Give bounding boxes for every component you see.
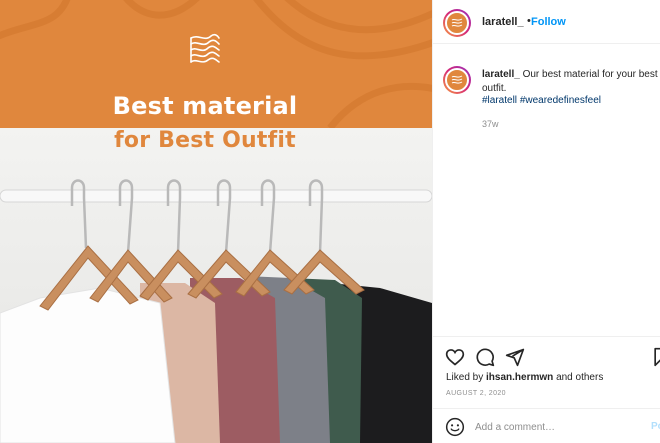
bookmark-icon[interactable] (651, 347, 660, 367)
post-header: laratell_ • Follow (433, 0, 660, 44)
share-icon[interactable] (505, 347, 525, 367)
heart-icon[interactable] (445, 347, 465, 367)
action-bar: Liked by ihsan.hermwn and others AUGUST … (433, 336, 660, 408)
liked-by-prefix: Liked by (446, 372, 484, 383)
likes-summary: Liked by ihsan.hermwn and others (446, 372, 603, 383)
liked-by-user[interactable]: ihsan.hermwn (486, 372, 553, 383)
clothes-rack-photo (0, 128, 432, 443)
header-username[interactable]: laratell_ (482, 16, 524, 28)
hashtags: #laratell #wearedefinesfeel (482, 95, 601, 106)
headline-line-1: Best material (112, 92, 298, 120)
caption-timestamp[interactable]: 37w (482, 119, 499, 129)
comments-section: laratell_ Our best material for your bes… (433, 44, 660, 336)
headline-line-2: for Best Outfit (114, 128, 296, 153)
caption: laratell_ Our best material for your bes… (482, 68, 658, 96)
caption-username[interactable]: laratell_ (482, 69, 520, 80)
hashtag-link[interactable]: #laratell (482, 95, 517, 106)
smiley-icon[interactable] (445, 417, 465, 437)
comment-input[interactable] (475, 419, 635, 435)
post-date[interactable]: AUGUST 2, 2020 (446, 390, 506, 397)
fingerprint-logo-icon (451, 75, 463, 84)
fingerprint-logo-icon (190, 33, 220, 63)
caption-avatar[interactable] (443, 66, 471, 94)
avatar[interactable] (443, 9, 471, 37)
liked-by-suffix[interactable]: and others (556, 372, 603, 383)
fingerprint-logo-icon (451, 18, 463, 27)
hashtag-link[interactable]: #wearedefinesfeel (520, 95, 601, 106)
follow-button[interactable]: Follow (531, 16, 566, 28)
post-image[interactable]: Best material for Best Outfit (0, 0, 432, 443)
add-comment-bar: Post (433, 408, 660, 443)
banner: Best material (0, 0, 432, 128)
post-comment-button[interactable]: Post (651, 421, 660, 432)
post-sidebar: laratell_ • Follow laratell_ Our best ma… (432, 0, 660, 443)
comment-icon[interactable] (475, 347, 495, 367)
